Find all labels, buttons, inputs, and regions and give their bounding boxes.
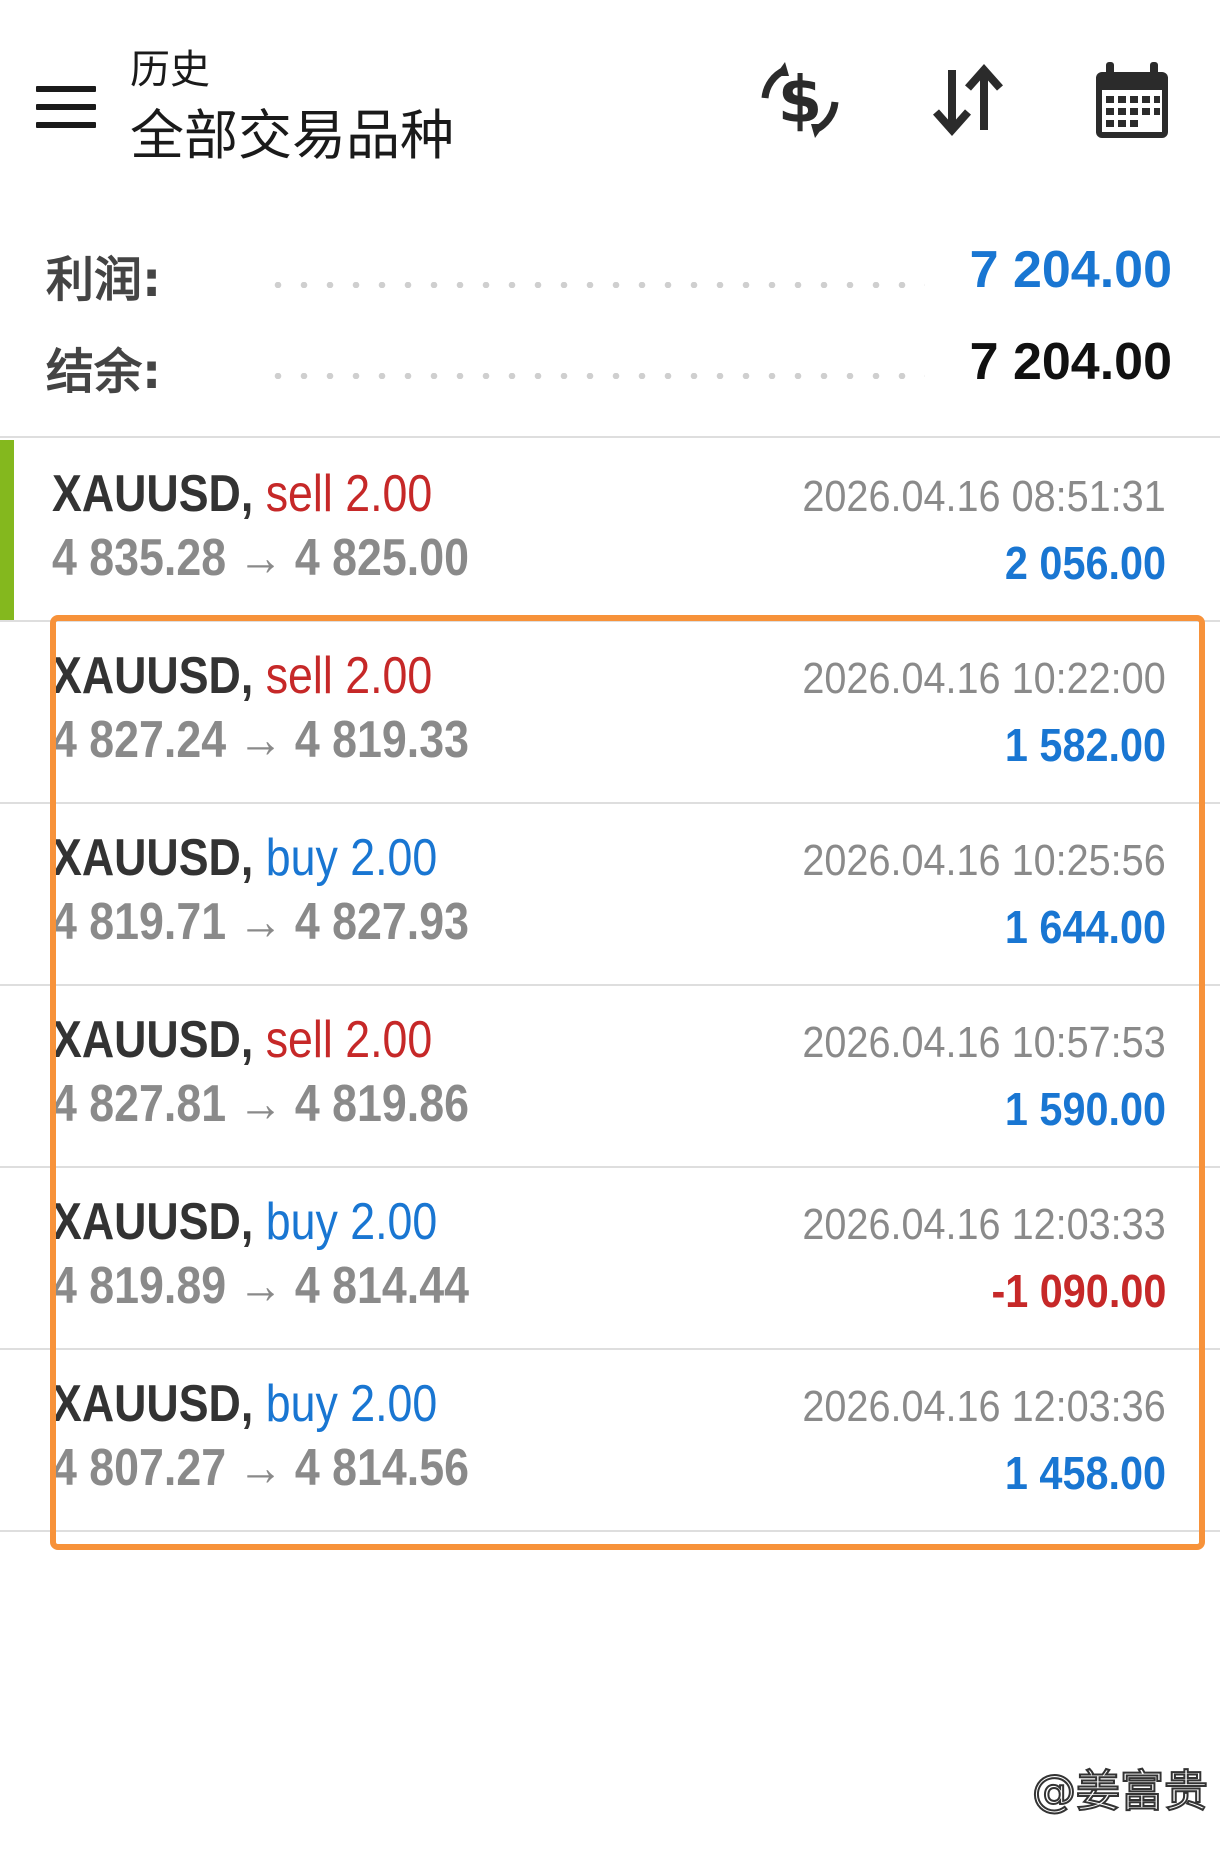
selected-indicator [0, 440, 14, 620]
trade-title: XAUUSD, buy 2.00 [52, 1374, 437, 1434]
trade-title: XAUUSD, sell 2.00 [52, 1010, 432, 1070]
arrow-right-icon: → [238, 711, 283, 769]
trade-row[interactable]: XAUUSD, buy 2.00 4 807.27 → 4 814.56 2026.04… [0, 1350, 1220, 1530]
trade-row[interactable]: XAUUSD, sell 2.00 4 835.28 → 4 825.00 2026.0… [0, 440, 1220, 620]
trade-volume: 2.00 [350, 829, 438, 887]
trade-volume: 2.00 [350, 1375, 438, 1433]
open-price: 4 819.89 [52, 1257, 227, 1315]
trade-symbol: XAUUSD, [52, 1011, 254, 1069]
arrow-right-icon: → [238, 1439, 283, 1497]
open-price: 4 827.24 [52, 711, 227, 769]
balance-label: 结余: [46, 344, 162, 400]
trade-title: XAUUSD, sell 2.00 [52, 646, 432, 706]
profit-value: 7 204.00 [969, 241, 1172, 299]
trade-prices: 4 807.27 → 4 814.56 [52, 1438, 469, 1498]
menu-icon[interactable] [36, 86, 96, 132]
trade-prices: 4 827.81 → 4 819.86 [52, 1074, 469, 1134]
divider [0, 436, 1220, 438]
trade-type: buy [265, 1193, 338, 1251]
trade-symbol: XAUUSD, [52, 1193, 254, 1251]
trade-volume: 2.00 [350, 1193, 438, 1251]
sort-icon[interactable] [928, 60, 1008, 140]
trade-type: sell [265, 465, 333, 523]
arrow-right-icon: → [238, 893, 283, 951]
open-price: 4 807.27 [52, 1439, 227, 1497]
trade-row[interactable]: XAUUSD, buy 2.00 4 819.89 → 4 814.44 2026.04… [0, 1168, 1220, 1348]
trade-title: XAUUSD, buy 2.00 [52, 1192, 437, 1252]
calendar-icon[interactable] [1092, 60, 1172, 144]
trade-profit: 1 458.00 [1004, 1447, 1166, 1499]
trade-symbol: XAUUSD, [52, 647, 254, 705]
trade-time: 2026.04.16 10:22:00 [802, 654, 1166, 703]
trade-prices: 4 819.71 → 4 827.93 [52, 892, 469, 952]
open-price: 4 835.28 [52, 529, 227, 587]
trade-symbol: XAUUSD, [52, 465, 254, 523]
trade-time: 2026.04.16 12:03:33 [802, 1200, 1166, 1249]
trade-title: XAUUSD, buy 2.00 [52, 828, 437, 888]
trade-time: 2026.04.16 12:03:36 [802, 1382, 1166, 1431]
trade-time: 2026.04.16 10:25:56 [802, 836, 1166, 885]
trade-type: buy [265, 1375, 338, 1433]
trade-prices: 4 819.89 → 4 814.44 [52, 1256, 469, 1316]
trade-prices: 4 835.28 → 4 825.00 [52, 528, 469, 588]
close-price: 4 819.33 [294, 711, 469, 769]
trade-profit: 1 590.00 [1004, 1083, 1166, 1135]
trade-type: sell [265, 1011, 333, 1069]
arrow-right-icon: → [238, 529, 283, 587]
trade-volume: 2.00 [345, 465, 433, 523]
page-title-small: 历史 [130, 47, 210, 93]
trade-title: XAUUSD, sell 2.00 [52, 464, 432, 524]
trade-profit: 1 644.00 [1004, 901, 1166, 953]
arrow-right-icon: → [238, 1075, 283, 1133]
trade-row[interactable]: XAUUSD, sell 2.00 4 827.81 → 4 819.86 2026.0… [0, 986, 1220, 1166]
trade-time: 2026.04.16 10:57:53 [802, 1018, 1166, 1067]
balance-value: 7 204.00 [969, 333, 1172, 391]
open-price: 4 827.81 [52, 1075, 227, 1133]
trade-profit: 2 056.00 [1004, 537, 1166, 589]
close-price: 4 814.56 [294, 1439, 469, 1497]
close-price: 4 825.00 [294, 529, 469, 587]
trade-prices: 4 827.24 → 4 819.33 [52, 710, 469, 770]
trade-symbol: XAUUSD, [52, 1375, 254, 1433]
currency-exchange-icon[interactable]: $ [755, 60, 845, 140]
trade-volume: 2.00 [345, 647, 433, 705]
arrow-right-icon: → [238, 1257, 283, 1315]
trade-volume: 2.00 [345, 1011, 433, 1069]
divider [0, 1530, 1220, 1532]
trade-profit: 1 582.00 [1004, 719, 1166, 771]
page-title[interactable]: 全部交易品种 [130, 104, 454, 168]
trade-type: buy [265, 829, 338, 887]
close-price: 4 819.86 [294, 1075, 469, 1133]
close-price: 4 827.93 [294, 893, 469, 951]
trade-symbol: XAUUSD, [52, 829, 254, 887]
close-price: 4 814.44 [294, 1257, 469, 1315]
trade-profit: -1 090.00 [991, 1265, 1166, 1317]
profit-dots [265, 282, 925, 288]
balance-dots [265, 373, 925, 379]
app-header: 历史 全部交易品种 $ [0, 0, 1220, 200]
trade-row[interactable]: XAUUSD, sell 2.00 4 827.24 → 4 819.33 2026.0… [0, 622, 1220, 802]
trade-time: 2026.04.16 08:51:31 [802, 472, 1166, 521]
profit-label: 利润: [46, 252, 162, 308]
trade-type: sell [265, 647, 333, 705]
trade-row[interactable]: XAUUSD, buy 2.00 4 819.71 → 4 827.93 2026.04… [0, 804, 1220, 984]
open-price: 4 819.71 [52, 893, 227, 951]
watermark: @姜富贵 [1031, 1765, 1209, 1818]
